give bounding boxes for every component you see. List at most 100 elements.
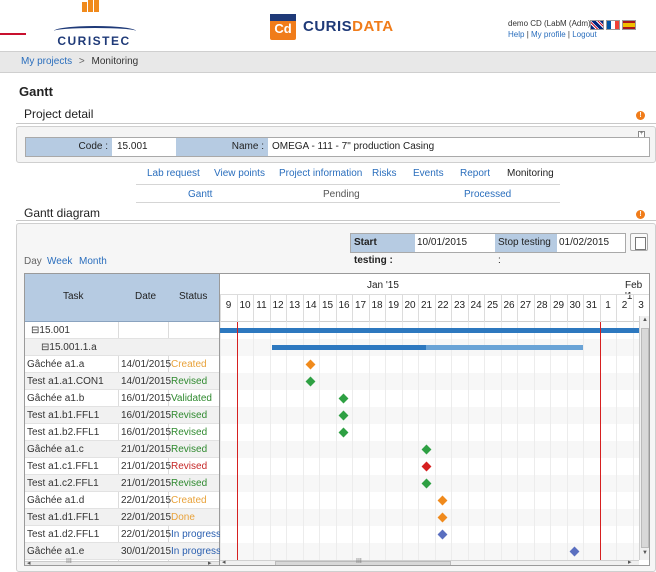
table-row[interactable]: Gâchée a1.d 22/01/2015 Created [25,492,219,509]
table-row[interactable]: Gâchée a1.e 30/01/2015 In progress [25,543,221,560]
month-label-feb: Feb '1 [625,280,643,302]
grid-line [286,322,287,565]
grid-line [467,322,469,565]
project-detail-title: Project detail [24,107,94,121]
column-date[interactable]: Date [135,291,156,302]
task-status: Done [171,512,195,523]
fr-flag-icon[interactable] [606,20,620,30]
day-divider [467,295,469,322]
scroll-right-icon[interactable]: ▸ [628,558,632,565]
breadcrumb-current: Monitoring [91,56,139,67]
milestone-diamond[interactable] [437,495,448,506]
milestone-diamond[interactable] [421,461,431,472]
vertical-scrollbar[interactable]: ▲ ▼ [639,316,649,560]
task-date: 21/01/2015 [121,444,172,455]
subproject-bar[interactable] [271,345,426,350]
day-divider [418,295,419,322]
brand-name: CURISDATA [303,18,394,35]
table-row[interactable]: ⊟15.001.1.a [25,339,219,356]
task-status: Created [171,495,207,506]
column-task[interactable]: Task [63,291,84,302]
milestone-diamond[interactable] [437,529,448,540]
menu-events[interactable]: Events [413,168,444,179]
scroll-up-icon[interactable]: ▲ [642,317,648,323]
curistec-logo[interactable]: CURISTEC [44,0,144,48]
start-marker [236,322,238,565]
table-row[interactable]: Test a1.d2.FFL1 22/01/2015 In progress [25,526,221,543]
scale-month[interactable]: Month [79,256,107,267]
scale-day[interactable]: Day [24,256,42,267]
table-row[interactable]: Test a1.c1.FFL1 21/01/2015 Revised [25,458,219,475]
task-status: Revised [171,410,208,421]
task-status: Revised [171,478,208,489]
tab-pending[interactable]: Pending [323,189,360,200]
breadcrumb-my-projects[interactable]: My projects [21,56,72,67]
info-icon[interactable]: ! [636,210,645,219]
logo-cap [270,14,296,21]
table-row[interactable]: ⊟15.001 [25,322,219,339]
tab-processed[interactable]: Processed [464,189,511,200]
day-label: 25 [486,300,499,311]
day-label: 20 [404,300,416,311]
uk-flag-icon[interactable] [590,20,604,30]
table-row[interactable]: Test a1.b1.FFL1 16/01/2015 Revised [25,407,219,424]
name-value: OMEGA - 111 - 7" production Casing [272,141,435,152]
language-flags [590,20,636,30]
menu-view-points[interactable]: View points [214,168,265,179]
scroll-left-icon[interactable]: ◂ [27,559,31,565]
table-row[interactable]: Test a1.b2.FFL1 16/01/2015 Revised [25,424,219,441]
left-horizontal-scrollbar[interactable]: ◂ III ▸ [25,558,219,565]
start-testing-value[interactable]: 10/01/2015 [417,234,467,252]
scroll-thumb[interactable]: III [275,558,451,565]
table-row[interactable]: Test a1.c2.FFL1 21/01/2015 Revised [25,475,219,492]
menu-lab-request[interactable]: Lab request [147,168,200,179]
breadcrumb: My projects > Monitoring [0,51,656,73]
logout-link[interactable]: Logout [572,30,596,39]
table-row[interactable]: Test a1.d1.FFL1 22/01/2015 Done [25,509,219,526]
day-divider [253,295,254,322]
menu-risks[interactable]: Risks [372,168,396,179]
table-row[interactable]: Gâchée a1.c 21/01/2015 Revised [25,441,219,458]
es-flag-icon[interactable] [622,20,636,30]
name-label: Name : [176,138,268,156]
scroll-right-icon[interactable]: ▸ [208,559,212,565]
table-row[interactable]: Gâchée a1.b 16/01/2015 Validated [25,390,219,407]
column-status[interactable]: Status [179,291,207,302]
timeline-horizontal-scrollbar[interactable]: ◂ III ▸ [220,558,639,565]
menu-monitoring[interactable]: Monitoring [507,168,554,179]
task-name[interactable]: ⊟15.001 [31,322,70,339]
brand-name-b: DATA [352,18,394,35]
milestone-diamond[interactable] [338,393,349,404]
scale-week[interactable]: Week [47,256,72,267]
day-label: 24 [470,300,482,311]
scroll-thumb[interactable] [641,328,649,548]
table-row[interactable]: Gâchée a1.a 14/01/2015 Created [25,356,219,373]
scroll-left-icon[interactable]: ◂ [222,558,226,565]
info-icon[interactable]: ! [636,111,645,120]
edit-note-button[interactable] [630,233,648,251]
menu-report[interactable]: Report [460,168,490,179]
curisdata-logo-icon[interactable]: Cd [270,14,296,40]
top-header: CURISTEC Cd CURISDATA demo CD (LabM (Adm… [0,0,656,50]
grid-line [418,322,419,565]
stop-testing-label: Stop testing : [495,234,557,266]
profile-link[interactable]: My profile [531,30,566,39]
milestone-diamond[interactable] [305,359,316,370]
task-status: Revised [171,376,208,387]
help-link[interactable]: Help [508,30,524,39]
stop-testing-value[interactable]: 01/02/2015 [559,234,609,252]
grid-line [632,322,634,565]
task-name[interactable]: ⊟15.001.1.a [41,339,97,356]
scroll-down-icon[interactable]: ▼ [642,550,648,556]
project-bar[interactable] [220,328,639,333]
table-row[interactable]: Test a1.a1.CON1 14/01/2015 Revised [25,373,219,390]
grid-line [352,322,353,565]
subproject-bar-remaining[interactable] [426,345,583,350]
milestone-diamond[interactable] [338,427,349,438]
grid-line [550,322,551,565]
brand-name-a: CURIS [303,18,353,35]
menu-project-information[interactable]: Project information [279,168,362,179]
day-divider [401,295,403,322]
day-divider [533,295,535,322]
tab-gantt[interactable]: Gantt [188,189,212,200]
